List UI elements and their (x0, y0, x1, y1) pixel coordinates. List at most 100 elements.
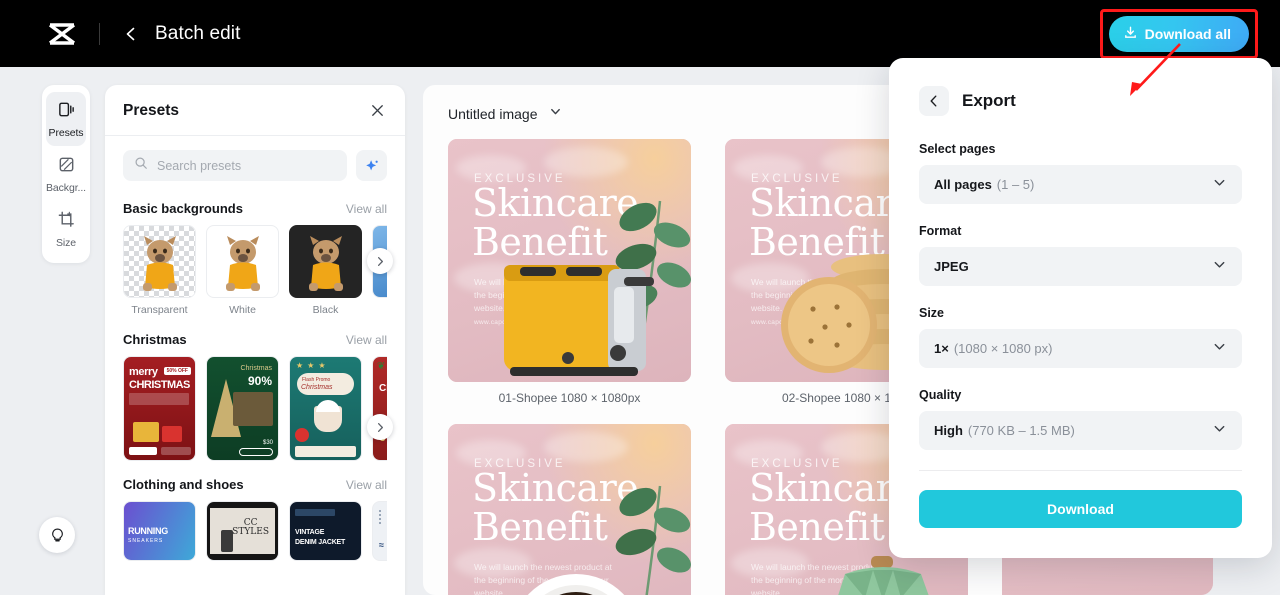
select-hint: (1080 × 1080 px) (953, 341, 1053, 356)
image-card[interactable]: EXCLUSIVE SkincareBenefit We will launch… (448, 139, 706, 405)
top-bar: Batch edit Download all (0, 0, 1280, 67)
dog-image (225, 236, 260, 291)
image-card[interactable]: EXCLUSIVE SkincareBenefit We will launch… (448, 424, 706, 595)
carousel-next-button[interactable] (367, 248, 393, 274)
select-pages-dropdown[interactable]: All pages (1 – 5) (919, 165, 1242, 204)
section-header-basic-backgrounds: Basic backgrounds View all (105, 185, 405, 225)
capcut-logo[interactable] (45, 19, 79, 49)
search-icon (134, 156, 148, 175)
chevron-down-icon (1212, 175, 1227, 195)
format-dropdown[interactable]: JPEG (919, 247, 1242, 286)
toaster-illustration (504, 265, 654, 376)
carousel-clothing-and-shoes: RUNNING SNEAKERS CC STYLES VINTAGE DENIM … (105, 501, 405, 561)
presets-search-row (105, 136, 405, 185)
view-all-link[interactable]: View all (346, 202, 387, 216)
preset-thumb[interactable]: VINTAGE DENIM JACKET (289, 501, 362, 561)
download-all-label: Download all (1144, 25, 1231, 42)
dog-image (308, 236, 343, 291)
download-all-button[interactable]: Download all (1108, 15, 1249, 52)
carousel-next-button[interactable] (367, 414, 393, 440)
preset-thumb[interactable]: RUNNING SNEAKERS (123, 501, 196, 561)
field-label-quality: Quality (919, 388, 962, 402)
lightbulb-icon[interactable] (39, 517, 75, 553)
preset-thumb-image (206, 225, 279, 298)
section-title: Basic backgrounds (123, 201, 243, 216)
preset-caption: Black (312, 304, 339, 316)
section-title: Clothing and shoes (123, 477, 244, 492)
canvas-name[interactable]: Untitled image (448, 106, 538, 122)
header-divider (99, 22, 100, 45)
carousel-track: merry 50% OFF CHRISTMAS Christmas 90% $3… (123, 356, 387, 461)
download-icon (1123, 25, 1138, 43)
carousel-christmas: merry 50% OFF CHRISTMAS Christmas 90% $3… (105, 356, 405, 461)
chevron-down-icon[interactable] (549, 105, 562, 123)
search-box[interactable] (123, 150, 347, 181)
select-value: High (934, 423, 963, 438)
quality-dropdown[interactable]: High (770 KB – 1.5 MB) (919, 411, 1242, 450)
select-value: JPEG (934, 259, 969, 274)
background-icon (57, 155, 76, 179)
carousel-track: Transparent White Black (123, 225, 387, 316)
preset-thumb[interactable]: White (206, 225, 279, 316)
image-caption: 01-Shopee 1080 × 1080px (498, 391, 641, 405)
poster-background: EXCLUSIVE SkincareBenefit We will launch… (448, 424, 691, 595)
chevron-left-icon[interactable] (919, 86, 949, 116)
sparkle-icon[interactable] (356, 150, 387, 181)
download-all-highlight-wrap: Download all (1099, 8, 1258, 59)
select-value: 1× (934, 341, 949, 356)
carousel-basic-backgrounds: Transparent White Black (105, 225, 405, 316)
chevron-down-icon (1212, 339, 1227, 359)
search-input[interactable] (157, 158, 336, 173)
size-dropdown[interactable]: 1× (1080 × 1080 px) (919, 329, 1242, 368)
preset-caption: Transparent (131, 304, 188, 316)
select-hint: (770 KB – 1.5 MB) (967, 423, 1075, 438)
presets-icon (57, 100, 76, 124)
tool-label: Presets (48, 127, 84, 139)
preset-thumb-image (289, 225, 362, 298)
export-title: Export (962, 91, 1016, 110)
preset-thumb-image: Christmas 90% $30 (206, 356, 279, 461)
preset-thumb[interactable]: Transparent (123, 225, 196, 316)
preset-thumb[interactable]: merry 50% OFF CHRISTMAS (123, 356, 196, 461)
preset-thumb-image (123, 225, 196, 298)
top-bar-actions: Download all (1099, 8, 1258, 59)
preset-thumb-image: RUNNING SNEAKERS (123, 501, 196, 561)
tool-label: Size (55, 237, 77, 249)
chevron-down-icon (1212, 421, 1227, 441)
tool-label: Backgr... (46, 182, 86, 194)
size-crop-icon (57, 210, 76, 234)
dog-image (142, 236, 177, 291)
preset-thumb-image: CC STYLES (206, 501, 279, 561)
preset-thumb-image: merry 50% OFF CHRISTMAS (123, 356, 196, 461)
field-label-size: Size (919, 306, 945, 320)
select-hint: (1 – 5) (996, 177, 1035, 192)
chevron-left-icon[interactable] (120, 23, 142, 45)
view-all-link[interactable]: View all (346, 478, 387, 492)
export-panel: Export Select pages All pages (1 – 5) Fo… (889, 58, 1272, 558)
close-icon[interactable] (369, 102, 387, 120)
preset-thumb-image: ★★★ Flash Promo Christmas (289, 356, 362, 461)
tool-item-background[interactable]: Backgr... (46, 147, 86, 201)
image-thumbnail: EXCLUSIVE SkincareBenefit We will launch… (448, 424, 691, 595)
field-label-format: Format (919, 224, 962, 238)
tool-item-size[interactable]: Size (46, 202, 86, 256)
download-button[interactable]: Download (919, 490, 1242, 528)
preset-caption: White (229, 304, 256, 316)
preset-thumb-image: ≈ (372, 501, 387, 561)
image-thumbnail: EXCLUSIVE SkincareBenefit We will launch… (448, 139, 691, 382)
tool-item-presets[interactable]: Presets (46, 92, 86, 146)
preset-thumb-image: ❦ CH 6 (372, 356, 387, 461)
field-label-select-pages: Select pages (919, 142, 996, 156)
presets-title: Presets (123, 102, 180, 119)
preset-thumb[interactable]: CC STYLES (206, 501, 279, 561)
preset-thumb[interactable]: Christmas 90% $30 (206, 356, 279, 461)
section-header-christmas: Christmas View all (105, 316, 405, 356)
preset-thumb[interactable]: ≈ (372, 501, 387, 561)
page-title: Batch edit (155, 22, 241, 44)
view-all-link[interactable]: View all (346, 333, 387, 347)
presets-header: Presets (105, 85, 405, 136)
preset-thumb[interactable]: ❦ CH 6 (372, 356, 387, 461)
section-title: Christmas (123, 332, 187, 347)
preset-thumb[interactable]: Black (289, 225, 362, 316)
preset-thumb[interactable]: ★★★ Flash Promo Christmas (289, 356, 362, 461)
